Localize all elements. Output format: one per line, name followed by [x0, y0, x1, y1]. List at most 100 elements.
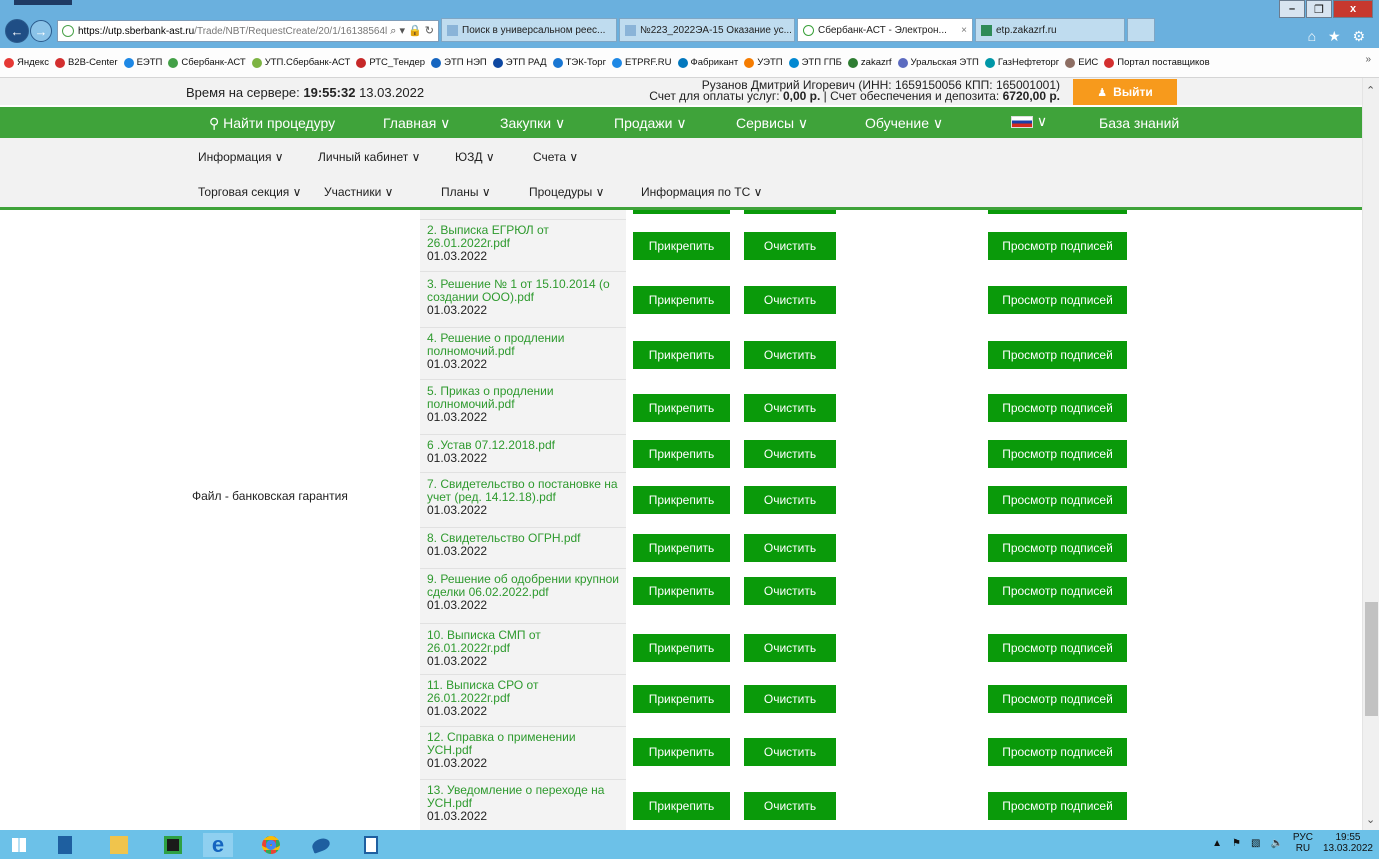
favorite-link[interactable]: ЭТП РАД [492, 57, 547, 68]
subnav-trading-section[interactable]: Торговая секция ∨ [198, 185, 301, 199]
subnav-participants[interactable]: Участники ∨ [324, 185, 393, 199]
new-tab-button[interactable] [1127, 18, 1155, 42]
store-icon[interactable] [158, 833, 188, 857]
favorite-link[interactable]: ЭТП НЭП [431, 57, 487, 68]
favorite-link[interactable]: Яндекс [4, 57, 49, 68]
favorite-link[interactable]: РТС_Тендер [356, 57, 425, 68]
view-signatures-button[interactable]: Просмотр подписей [988, 232, 1127, 260]
tab-close-icon[interactable]: × [961, 25, 967, 36]
view-signatures-button[interactable]: Просмотр подписей [988, 210, 1127, 214]
subnav-information[interactable]: Информация ∨ [198, 150, 284, 164]
view-signatures-button[interactable]: Просмотр подписей [988, 634, 1127, 662]
favorite-link[interactable]: Уральская ЭТП [897, 57, 979, 68]
input-language[interactable]: РУС RU [1293, 832, 1313, 854]
network-icon[interactable]: ▧ [1251, 838, 1260, 849]
language-selector[interactable]: ∨ [1011, 113, 1047, 130]
favorite-link[interactable]: zakazrf [847, 57, 892, 68]
tab-zakazrf[interactable]: etp.zakazrf.ru [975, 18, 1125, 42]
favorite-link[interactable]: ТЭК-Торг [552, 57, 606, 68]
file-link[interactable]: 7. Свидетельство о постановке на учет (р… [427, 478, 623, 504]
favorite-link[interactable]: B2B-Center [54, 57, 118, 68]
file-link[interactable]: 5. Приказ о продлении полномочий.pdf [427, 385, 623, 411]
clear-button[interactable]: Очистить [744, 341, 836, 369]
clear-button[interactable]: Очистить [744, 792, 836, 820]
subnav-personal-cabinet[interactable]: Личный кабинет ∨ [318, 150, 420, 164]
favorite-link[interactable]: Сбербанк-АСТ [168, 57, 246, 68]
view-signatures-button[interactable]: Просмотр подписей [988, 577, 1127, 605]
file-link[interactable]: 2. Выписка ЕГРЮЛ от 26.01.2022г.pdf [427, 224, 623, 250]
nav-education[interactable]: Обучение ∨ [865, 115, 943, 132]
attach-button[interactable]: Прикрепить [633, 634, 730, 662]
browser-toolbar-icons[interactable]: ⌂ ★ ⚙ [1308, 28, 1369, 45]
attach-button[interactable]: Прикрепить [633, 440, 730, 468]
attach-button[interactable]: Прикрепить [633, 685, 730, 713]
find-procedure-link[interactable]: ⚲ Найти процедуру [209, 115, 335, 132]
file-link[interactable]: 10. Выписка СМП от 26.01.2022г.pdf [427, 629, 623, 655]
clear-button[interactable]: Очистить [744, 634, 836, 662]
attach-button[interactable]: Прикрепить [633, 577, 730, 605]
file-link[interactable]: 3. Решение № 1 от 15.10.2014 (о создании… [427, 278, 623, 304]
view-signatures-button[interactable]: Просмотр подписей [988, 486, 1127, 514]
favorite-link[interactable]: ГазНефтеторг [984, 57, 1059, 68]
file-link[interactable]: 11. Выписка СРО от 26.01.2022г.pdf [427, 679, 623, 705]
scroll-down-icon[interactable]: ⌄ [1366, 813, 1375, 826]
file-link[interactable]: 9. Решение об одобрении крупнои сделки 0… [427, 573, 623, 599]
maximize-button[interactable]: ❐ [1306, 0, 1332, 18]
tab-search-registry[interactable]: Поиск в универсальном реес... [441, 18, 617, 42]
document-icon[interactable] [356, 833, 386, 857]
windows-start-icon[interactable] [4, 833, 34, 857]
attach-button[interactable]: Прикрепить [633, 286, 730, 314]
attach-button[interactable]: Прикрепить [633, 210, 730, 214]
subnav-plans[interactable]: Планы ∨ [441, 185, 491, 199]
file-link[interactable]: 13. Уведомление о переходе на УСН.pdf [427, 784, 623, 810]
view-signatures-button[interactable]: Просмотр подписей [988, 534, 1127, 562]
file-explorer-icon[interactable] [50, 833, 80, 857]
nav-purchases[interactable]: Закупки ∨ [500, 115, 565, 132]
internet-explorer-icon[interactable]: e [203, 832, 233, 857]
attach-button[interactable]: Прикрепить [633, 394, 730, 422]
clear-button[interactable]: Очистить [744, 685, 836, 713]
attach-button[interactable]: Прикрепить [633, 534, 730, 562]
logout-button[interactable]: ♟ Выйти [1073, 79, 1177, 105]
clear-button[interactable]: Очистить [744, 486, 836, 514]
nav-knowledge-base[interactable]: База знаний [1099, 115, 1179, 131]
favorite-link[interactable]: Портал поставщиков [1104, 57, 1210, 68]
clear-button[interactable]: Очистить [744, 534, 836, 562]
view-signatures-button[interactable]: Просмотр подписей [988, 685, 1127, 713]
favorite-link[interactable]: Фабрикант [677, 57, 738, 68]
subnav-procedures[interactable]: Процедуры ∨ [529, 185, 604, 199]
favorite-link[interactable]: ЕИС [1065, 57, 1098, 68]
forward-button[interactable]: → [30, 20, 52, 42]
attach-button[interactable]: Прикрепить [633, 738, 730, 766]
nav-services[interactable]: Сервисы ∨ [736, 115, 808, 132]
tray-expand-icon[interactable]: ▲ [1212, 838, 1222, 849]
subnav-accounts[interactable]: Счета ∨ [533, 150, 578, 164]
view-signatures-button[interactable]: Просмотр подписей [988, 738, 1127, 766]
favorite-link[interactable]: ЭТП ГПБ [788, 57, 842, 68]
view-signatures-button[interactable]: Просмотр подписей [988, 341, 1127, 369]
scroll-up-icon[interactable]: ⌃ [1366, 84, 1375, 97]
view-signatures-button[interactable]: Просмотр подписей [988, 792, 1127, 820]
subnav-legal-edm[interactable]: ЮЗД ∨ [455, 150, 495, 164]
view-signatures-button[interactable]: Просмотр подписей [988, 394, 1127, 422]
clear-button[interactable]: Очистить [744, 440, 836, 468]
favorite-link[interactable]: УЭТП [744, 57, 783, 68]
back-button[interactable]: ← [5, 19, 29, 43]
attach-button[interactable]: Прикрепить [633, 792, 730, 820]
page-scrollbar[interactable]: ⌃ ⌄ [1362, 78, 1379, 830]
clear-button[interactable]: Очистить [744, 232, 836, 260]
nav-sales[interactable]: Продажи ∨ [614, 115, 687, 132]
file-link[interactable]: 4. Решение о продлении полномочий.pdf [427, 332, 623, 358]
clear-button[interactable]: Очистить [744, 394, 836, 422]
scrollbar-thumb[interactable] [1365, 602, 1378, 716]
favorites-more-icon[interactable]: » [1365, 54, 1371, 65]
url-input[interactable]: https://utp.sberbank-ast.ru/Trade/NBT/Re… [57, 20, 439, 42]
attach-button[interactable]: Прикрепить [633, 232, 730, 260]
view-signatures-button[interactable]: Просмотр подписей [988, 440, 1127, 468]
subnav-ts-information[interactable]: Информация по ТС ∨ [641, 185, 762, 199]
tab-procurement-223[interactable]: №223_2022ЭА-15 Оказание ус... [619, 18, 795, 42]
file-link[interactable]: 12. Справка о применении УСН.pdf [427, 731, 623, 757]
minimize-button[interactable]: – [1279, 0, 1305, 18]
clear-button[interactable]: Очистить [744, 286, 836, 314]
volume-muted-icon[interactable]: 🔈 [1270, 838, 1282, 849]
